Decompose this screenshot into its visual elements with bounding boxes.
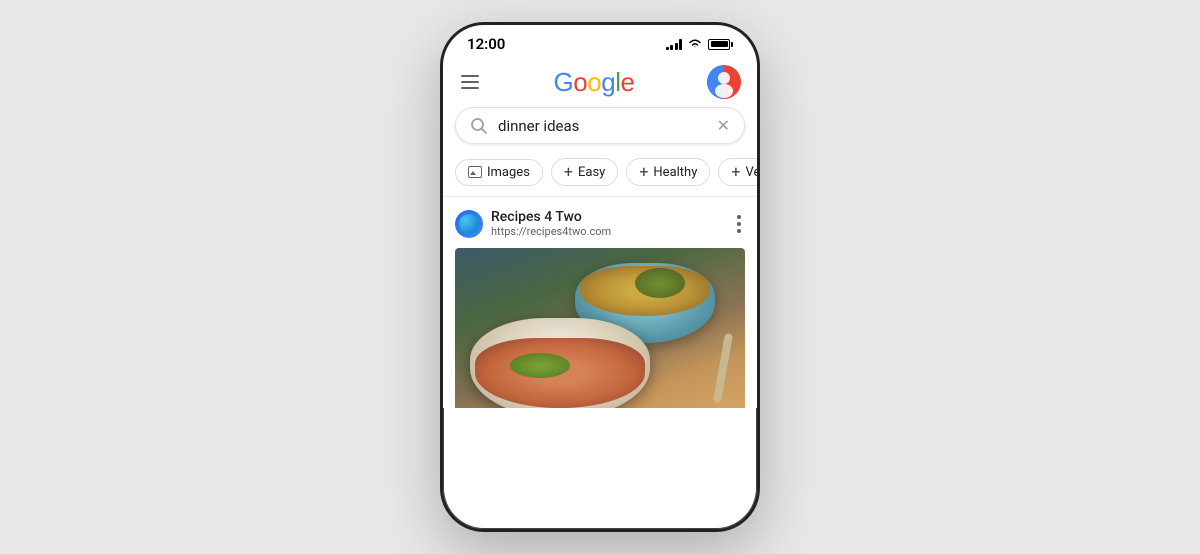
status-bar: 12:00 [443,25,757,57]
chip-easy-label: Easy [578,165,605,180]
search-container: dinner ideas ✕ [443,107,757,154]
chip-easy[interactable]: + Easy [551,158,618,186]
battery-icon [708,39,733,50]
search-query-text: dinner ideas [498,117,717,135]
hamburger-menu-button[interactable] [459,73,481,91]
phone-frame: 12:00 Googl [440,22,760,532]
chip-healthy-plus-icon: + [639,164,648,180]
images-icon [468,166,482,178]
dot-2 [737,222,741,226]
source-url: https://recipes4two.com [491,225,611,238]
avatar-image [707,65,741,99]
logo-letter-o2: o [587,67,601,97]
result-header: Recipes 4 Two https://recipes4two.com [455,209,745,238]
source-name: Recipes 4 Two [491,209,611,225]
status-time: 12:00 [467,35,505,53]
chip-healthy[interactable]: + Healthy [626,158,710,186]
filter-chips-container: Images + Easy + Healthy + Veget… [443,154,757,196]
chip-images-label: Images [487,165,530,180]
bowl-back-greens [635,268,685,298]
more-options-button[interactable] [733,211,745,237]
logo-letter-g2: g [601,67,615,97]
dot-1 [737,215,741,219]
source-favicon [455,210,483,238]
status-icons [666,38,734,50]
fork-utensil [713,333,733,403]
chip-vegetarian-label: Veget… [745,165,757,180]
clear-search-button[interactable]: ✕ [717,116,730,135]
chip-images[interactable]: Images [455,159,543,186]
food-image [455,248,745,408]
result-card: Recipes 4 Two https://recipes4two.com [443,197,757,408]
top-nav: Google [443,57,757,107]
source-text: Recipes 4 Two https://recipes4two.com [491,209,611,238]
phone-screen: 12:00 Googl [440,22,760,532]
google-logo: Google [554,67,635,98]
chip-healthy-label: Healthy [653,165,697,180]
logo-letter-o1: o [573,67,587,97]
chip-easy-plus-icon: + [564,164,573,180]
chip-vegetarian[interactable]: + Veget… [718,158,757,186]
search-icon [470,117,488,135]
wifi-icon [687,38,703,50]
favicon-image [459,214,479,234]
signal-icon [666,39,683,50]
result-source: Recipes 4 Two https://recipes4two.com [455,209,611,238]
chip-vegetarian-plus-icon: + [731,164,740,180]
logo-letter-g: G [554,67,574,97]
avatar[interactable] [707,65,741,99]
bowl-front-garnish [510,353,570,378]
dot-3 [737,229,741,233]
logo-letter-e: e [620,67,634,97]
search-box[interactable]: dinner ideas ✕ [455,107,745,144]
